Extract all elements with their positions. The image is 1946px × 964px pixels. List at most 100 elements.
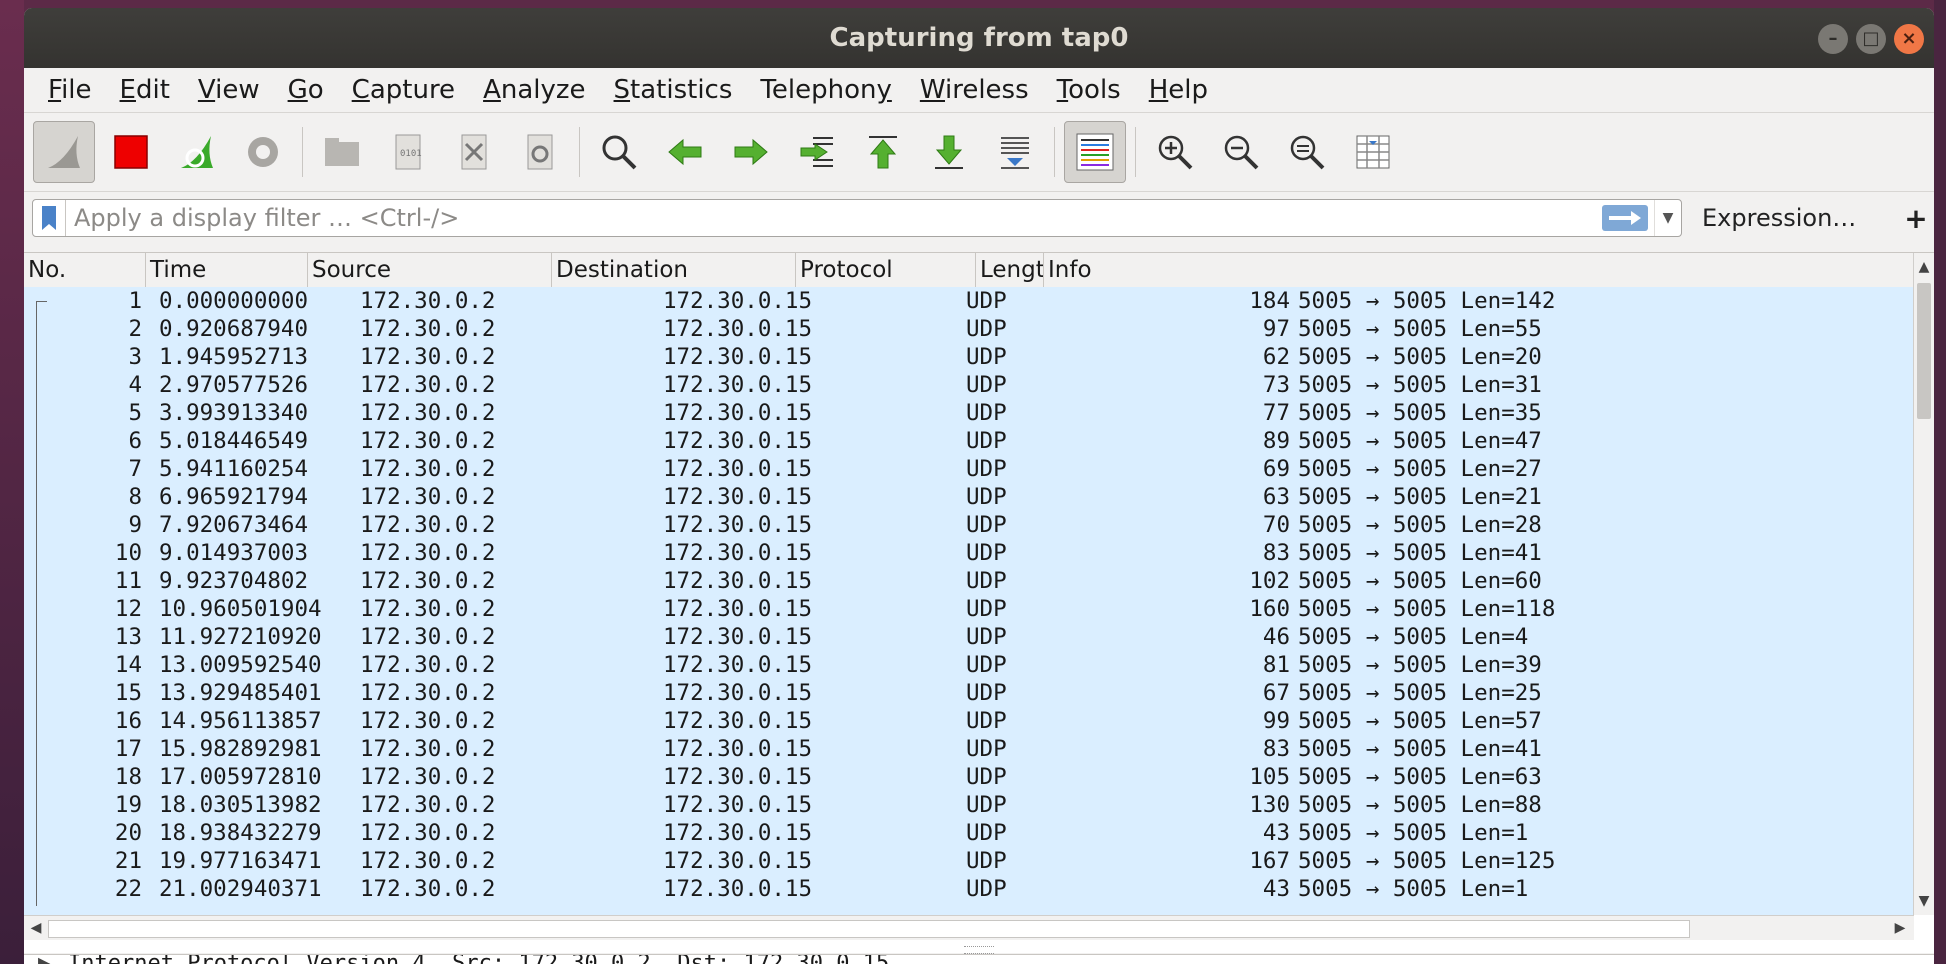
table-row[interactable]: 14 13.009592540 172.30.0.2 172.30.0.15 UDP 81… <box>24 651 1914 679</box>
menu-file[interactable]: File <box>34 75 106 105</box>
table-row[interactable]: 5 3.993913340 172.30.0.2 172.30.0.15 UDP 77 50… <box>24 399 1914 427</box>
column-header-destination[interactable]: Destination <box>552 253 796 287</box>
table-row[interactable]: 16 14.956113857 172.30.0.2 172.30.0.15 UDP 99… <box>24 707 1914 735</box>
menu-view[interactable]: View <box>184 75 274 105</box>
shark-fin-icon <box>48 136 80 168</box>
go-back-button[interactable] <box>655 122 715 182</box>
packet-time: 13.009592540 <box>159 652 322 678</box>
go-to-packet-button[interactable] <box>787 122 847 182</box>
table-row[interactable]: 11 9.923704802 172.30.0.2 172.30.0.15 UDP 102… <box>24 567 1914 595</box>
column-header-length[interactable]: Length <box>976 253 1044 287</box>
table-row[interactable]: 17 15.982892981 172.30.0.2 172.30.0.15 UDP 83… <box>24 735 1914 763</box>
packet-info: 5005 → 5005 Len=27 <box>1298 456 1542 482</box>
vscroll-thumb[interactable] <box>1917 283 1931 419</box>
table-row[interactable]: 6 5.018446549 172.30.0.2 172.30.0.15 UDP 89 50… <box>24 427 1914 455</box>
packet-info: 5005 → 5005 Len=39 <box>1298 652 1542 678</box>
menu-go[interactable]: Go <box>274 75 338 105</box>
packet-list-hscrollbar[interactable]: ◀ ▶ <box>24 915 1914 940</box>
table-row[interactable]: 20 18.938432279 172.30.0.2 172.30.0.15 UDP 43… <box>24 819 1914 847</box>
colorize-button[interactable] <box>1064 121 1126 183</box>
table-row[interactable]: 15 13.929485401 172.30.0.2 172.30.0.15 UDP 67… <box>24 679 1914 707</box>
menu-edit[interactable]: Edit <box>106 75 184 105</box>
column-header-protocol[interactable]: Protocol <box>796 253 976 287</box>
packet-source: 172.30.0.2 <box>360 652 496 678</box>
menu-tools[interactable]: Tools <box>1043 75 1135 105</box>
reload-file-button[interactable] <box>510 122 570 182</box>
packet-source: 172.30.0.2 <box>360 400 496 426</box>
menu-help[interactable]: Help <box>1135 75 1222 105</box>
menu-telephony[interactable]: Telephony <box>746 75 905 105</box>
packet-info: 5005 → 5005 Len=28 <box>1298 512 1542 538</box>
maximize-button[interactable]: □ <box>1856 24 1886 54</box>
find-packet-button[interactable] <box>589 122 649 182</box>
packet-info: 5005 → 5005 Len=57 <box>1298 708 1542 734</box>
table-row[interactable]: 7 5.941160254 172.30.0.2 172.30.0.15 UDP 69 50… <box>24 455 1914 483</box>
normal-size-button[interactable] <box>1277 122 1337 182</box>
table-row[interactable]: 4 2.970577526 172.30.0.2 172.30.0.15 UDP 73 50… <box>24 371 1914 399</box>
table-row[interactable]: 10 9.014937003 172.30.0.2 172.30.0.15 UDP 83 5… <box>24 539 1914 567</box>
zoom-in-button[interactable] <box>1145 122 1205 182</box>
filter-history-dropdown[interactable]: ▼ <box>1654 200 1681 236</box>
table-row[interactable]: 22 21.002940371 172.30.0.2 172.30.0.15 UDP 43… <box>24 875 1914 903</box>
table-row[interactable]: 12 10.960501904 172.30.0.2 172.30.0.15 UDP 16… <box>24 595 1914 623</box>
table-row[interactable]: 8 6.965921794 172.30.0.2 172.30.0.15 UDP 63 50… <box>24 483 1914 511</box>
minimize-button[interactable]: – <box>1818 24 1848 54</box>
column-header-source[interactable]: Source <box>308 253 552 287</box>
go-forward-button[interactable] <box>721 122 781 182</box>
menu-capture[interactable]: Capture <box>338 75 469 105</box>
packet-destination: 172.30.0.15 <box>663 344 813 370</box>
resize-columns-button[interactable] <box>1343 122 1403 182</box>
column-header-info[interactable]: Info <box>1044 253 1914 287</box>
start-capture-button[interactable] <box>33 121 95 183</box>
scroll-up-icon[interactable]: ▲ <box>1914 257 1934 277</box>
open-file-button[interactable] <box>312 122 372 182</box>
menu-statistics[interactable]: Statistics <box>600 75 747 105</box>
packet-time: 5.018446549 <box>159 428 309 454</box>
table-row[interactable]: 3 1.945952713 172.30.0.2 172.30.0.15 UDP 62 50… <box>24 343 1914 371</box>
table-row[interactable]: 13 11.927210920 172.30.0.2 172.30.0.15 UDP 46… <box>24 623 1914 651</box>
zoom-out-button[interactable] <box>1211 122 1271 182</box>
restart-fin-icon <box>181 136 213 168</box>
stop-capture-button[interactable] <box>101 122 161 182</box>
binary-file-icon: 0101 <box>395 134 422 170</box>
add-filter-button[interactable]: + <box>1904 202 1927 235</box>
scroll-right-icon[interactable]: ▶ <box>1890 918 1910 938</box>
last-packet-button[interactable] <box>919 122 979 182</box>
table-row[interactable]: 18 17.005972810 172.30.0.2 172.30.0.15 UDP 10… <box>24 763 1914 791</box>
packet-source: 172.30.0.2 <box>360 792 496 818</box>
filter-bookmark-button[interactable] <box>33 200 66 236</box>
display-filter-input[interactable] <box>66 203 1602 233</box>
close-file-button[interactable] <box>444 122 504 182</box>
table-row[interactable]: 19 18.030513982 172.30.0.2 172.30.0.15 UDP 13… <box>24 791 1914 819</box>
table-row[interactable]: 21 19.977163471 172.30.0.2 172.30.0.15 UDP 16… <box>24 847 1914 875</box>
packet-time: 15.982892981 <box>159 736 322 762</box>
packet-protocol: UDP <box>966 876 1007 902</box>
autoscroll-button[interactable] <box>985 122 1045 182</box>
column-header-time[interactable]: Time <box>146 253 308 287</box>
scroll-down-icon[interactable]: ▼ <box>1914 891 1934 911</box>
main-toolbar: 0101 <box>24 113 1934 192</box>
hscroll-thumb[interactable] <box>48 920 1690 938</box>
table-row[interactable]: 1 0.000000000 172.30.0.2 172.30.0.15 UDP 184 5… <box>24 287 1914 315</box>
packet-length: 102 <box>1249 568 1290 594</box>
detail-tree-item[interactable]: Internet Protocol Version 4, Src: 172.30… <box>68 955 889 964</box>
capture-options-button[interactable] <box>233 122 293 182</box>
restart-capture-button[interactable] <box>167 122 227 182</box>
arrow-right-icon <box>1609 211 1641 225</box>
pane-splitter[interactable] <box>964 946 994 954</box>
apply-filter-button[interactable] <box>1602 205 1648 231</box>
menu-wireless[interactable]: Wireless <box>906 75 1043 105</box>
expand-arrow-icon[interactable]: ▶ <box>38 955 50 964</box>
expression-button[interactable]: Expression… <box>1702 204 1856 232</box>
table-row[interactable]: 9 7.920673464 172.30.0.2 172.30.0.15 UDP 70 50… <box>24 511 1914 539</box>
packet-source: 172.30.0.2 <box>360 512 496 538</box>
folder-icon <box>325 138 359 166</box>
packet-list-vscrollbar[interactable]: ▲ ▼ <box>1913 253 1934 915</box>
column-header-no[interactable]: No. <box>24 253 146 287</box>
first-packet-button[interactable] <box>853 122 913 182</box>
close-button[interactable]: × <box>1894 24 1924 54</box>
scroll-left-icon[interactable]: ◀ <box>26 918 46 938</box>
save-file-button[interactable]: 0101 <box>378 122 438 182</box>
table-row[interactable]: 2 0.920687940 172.30.0.2 172.30.0.15 UDP 97 50… <box>24 315 1914 343</box>
menu-analyze[interactable]: Analyze <box>469 75 599 105</box>
